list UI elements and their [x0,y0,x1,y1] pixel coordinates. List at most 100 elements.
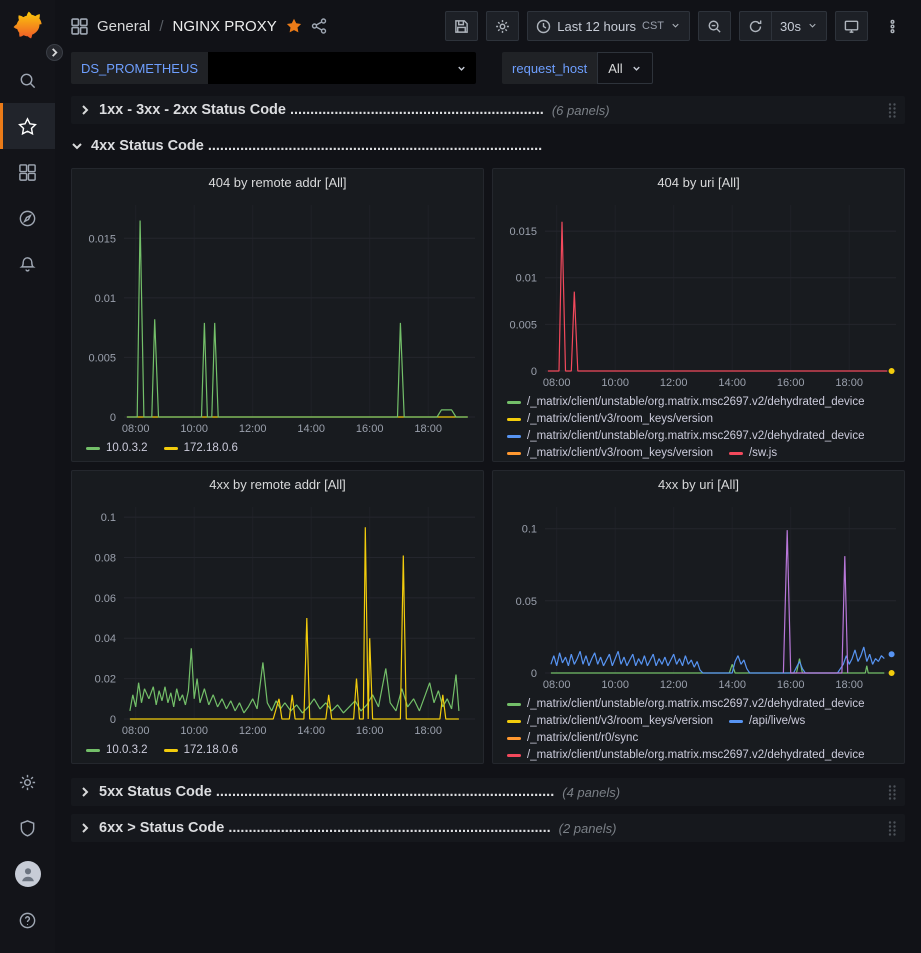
legend-item[interactable]: /sw.js [729,446,777,461]
row-drag-handle[interactable] [887,102,897,119]
topbar-actions: Last 12 hours CST 30s [445,11,909,41]
legend-item[interactable]: 172.18.0.6 [164,743,238,758]
legend-item[interactable]: /_matrix/client/v3/room_keys/version [507,412,713,427]
sidebar-item-explore[interactable] [0,195,55,241]
breadcrumb-separator: / [159,18,163,35]
legend-item[interactable]: /_matrix/client/r0/sync [507,731,638,746]
gear-icon [495,19,510,34]
svg-text:0: 0 [531,668,537,680]
legend-label: /_matrix/client/v3/room_keys/version [527,714,713,729]
legend-item[interactable]: 172.18.0.6 [164,441,238,456]
svg-text:14:00: 14:00 [718,679,746,691]
share-icon[interactable] [311,18,327,34]
chevron-down-icon [456,63,467,74]
svg-text:0: 0 [110,412,116,424]
timeseries-chart[interactable]: 08:0010:0012:0014:0016:0018:0000.020.040… [72,497,483,739]
timeseries-chart[interactable]: 08:0010:0012:0014:0016:0018:0000.0050.01… [72,195,483,437]
panel-4xx-by-uri: 4xx by uri [All] 08:0010:0012:0014:0016:… [492,470,905,764]
chevron-right-icon [79,822,91,834]
apps-grid-icon[interactable] [71,18,88,35]
sidebar-item-starred[interactable] [0,103,55,149]
dashboard-settings-button[interactable] [486,11,519,41]
timeseries-chart[interactable]: 08:0010:0012:0014:0016:0018:0000.050.1 [493,497,904,693]
legend-swatch [507,418,521,421]
refresh-button[interactable] [739,11,771,41]
datasource-variable-value[interactable] [208,52,476,84]
legend-item[interactable]: /_matrix/client/unstable/org.matrix.msc2… [507,748,865,763]
zoom-out-icon [707,19,722,34]
dashboards-grid-icon [18,163,37,182]
row-header-6xx[interactable]: 6xx > Status Code ......................… [71,814,905,842]
sidebar-item-server-admin[interactable] [0,805,55,851]
svg-text:08:00: 08:00 [543,679,571,691]
grafana-logo-icon [11,9,45,43]
svg-text:16:00: 16:00 [777,377,805,389]
tv-mode-button[interactable] [835,11,868,41]
zoom-out-button[interactable] [698,11,731,41]
legend-label: /_matrix/client/unstable/org.matrix.msc2… [527,748,865,763]
row-drag-handle[interactable] [887,820,897,837]
timeseries-chart[interactable]: 08:0010:0012:0014:0016:0018:0000.0050.01… [493,195,904,391]
row-header-1xx-3xx-2xx[interactable]: 1xx - 3xx - 2xx Status Code ............… [71,96,905,124]
time-range-picker[interactable]: Last 12 hours CST [527,11,690,41]
refresh-group: 30s [739,11,827,41]
breadcrumb: General / NGINX PROXY [71,18,327,35]
legend-item[interactable]: /_matrix/client/unstable/org.matrix.msc2… [507,395,865,410]
panel-4xx-by-remote-addr: 4xx by remote addr [All] 08:0010:0012:00… [71,470,484,764]
row-drag-handle[interactable] [887,784,897,801]
more-options-button[interactable] [876,11,909,41]
svg-text:0.1: 0.1 [522,524,537,536]
legend-item[interactable]: /_matrix/client/unstable/org.matrix.msc2… [507,697,865,712]
kebab-menu-icon [885,19,900,34]
svg-text:0.015: 0.015 [88,233,116,245]
gear-icon [18,773,37,792]
bell-icon [18,255,37,274]
breadcrumb-dashboard-title[interactable]: NGINX PROXY [173,18,277,35]
panel-title[interactable]: 404 by uri [All] [493,169,904,195]
sidebar-item-help[interactable] [0,897,55,943]
panel-legend: 10.0.3.2 172.18.0.6 [72,739,483,762]
request-host-variable-value[interactable]: All [597,52,652,84]
legend-swatch [729,452,743,455]
sidebar-item-alerting[interactable] [0,241,55,287]
legend-item[interactable]: 10.0.3.2 [86,743,148,758]
save-dashboard-button[interactable] [445,11,478,41]
legend-item[interactable]: /api/live/ws [729,714,805,729]
row-header-5xx[interactable]: 5xx Status Code ........................… [71,778,905,806]
shield-icon [18,819,37,838]
favorite-star-icon[interactable] [286,18,302,34]
breadcrumb-folder[interactable]: General [97,18,150,35]
sidebar-item-search[interactable] [0,57,55,103]
svg-text:14:00: 14:00 [297,423,325,435]
svg-text:18:00: 18:00 [414,725,442,737]
sidebar-item-profile[interactable] [0,851,55,897]
legend-label: /_matrix/client/unstable/org.matrix.msc2… [527,429,865,444]
datasource-variable-label[interactable]: DS_PROMETHEUS [71,52,208,84]
sidebar-expand-button[interactable] [46,44,63,61]
svg-text:0.1: 0.1 [101,512,116,524]
legend-item[interactable]: 10.0.3.2 [86,441,148,456]
legend-swatch [507,720,521,723]
sidebar-item-dashboards[interactable] [0,149,55,195]
panel-title[interactable]: 404 by remote addr [All] [72,169,483,195]
refresh-interval-dropdown[interactable]: 30s [771,11,827,41]
panel-title[interactable]: 4xx by uri [All] [493,471,904,497]
legend-item[interactable]: /_matrix/client/v3/room_keys/version [507,446,713,461]
legend-label: /_matrix/client/v3/room_keys/version [527,412,713,427]
legend-swatch [164,447,178,450]
svg-text:0.04: 0.04 [95,633,116,645]
search-icon [18,71,37,90]
sidebar-item-configuration[interactable] [0,759,55,805]
legend-item[interactable]: /_matrix/client/unstable/org.matrix.msc2… [507,429,865,444]
help-icon [18,911,37,930]
chevron-down-icon [670,19,681,34]
legend-item[interactable]: /_matrix/client/v3/room_keys/version [507,714,713,729]
dashboard-content: 1xx - 3xx - 2xx Status Code ............… [55,88,921,953]
person-icon [19,865,37,883]
panel-404-by-uri: 404 by uri [All] 08:0010:0012:0014:0016:… [492,168,905,462]
grafana-logo[interactable] [11,9,45,43]
request-host-variable-label[interactable]: request_host [502,52,597,84]
row-header-4xx[interactable]: 4xx Status Code ........................… [71,132,905,160]
legend-swatch [729,720,743,723]
panel-title[interactable]: 4xx by remote addr [All] [72,471,483,497]
